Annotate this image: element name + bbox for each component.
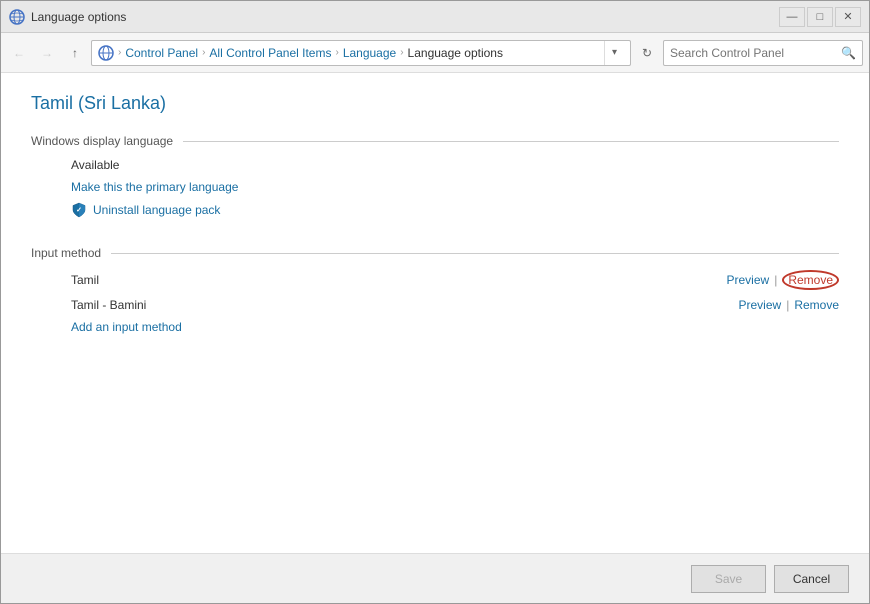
minimize-button[interactable]: —: [779, 7, 805, 27]
back-button[interactable]: ←: [7, 41, 31, 65]
display-language-header: Windows display language: [31, 134, 839, 148]
add-input-method-link[interactable]: Add an input method: [71, 320, 182, 334]
input-method-actions-bamini: Preview | Remove: [739, 298, 840, 312]
title-bar: Language options — □ ✕: [1, 1, 869, 33]
remove-circled-tamil[interactable]: Remove: [782, 270, 839, 290]
breadcrumb-dropdown[interactable]: ▾: [604, 41, 624, 65]
input-method-name-tamil: Tamil: [71, 273, 727, 287]
display-language-section: Windows display language Available Make …: [31, 134, 839, 226]
breadcrumb-control-panel[interactable]: Control Panel: [125, 46, 198, 60]
breadcrumb-language[interactable]: Language: [343, 46, 396, 60]
window: Language options — □ ✕ ← → ↑ › Control P…: [0, 0, 870, 604]
maximize-button[interactable]: □: [807, 7, 833, 27]
remove-link-bamini[interactable]: Remove: [794, 298, 839, 312]
display-language-divider: [183, 141, 839, 142]
window-title: Language options: [31, 10, 779, 24]
input-method-divider: [111, 253, 839, 254]
separator-tamil: |: [774, 273, 777, 287]
input-method-name-bamini: Tamil - Bamini: [71, 298, 739, 312]
display-language-label: Windows display language: [31, 134, 173, 148]
page-title: Tamil (Sri Lanka): [31, 93, 839, 114]
breadcrumb-current: Language options: [408, 46, 503, 60]
input-method-row-bamini: Tamil - Bamini Preview | Remove: [71, 298, 839, 312]
input-method-content: Tamil Preview | Remove Tamil - Bamini Pr…: [31, 270, 839, 342]
refresh-button[interactable]: ↻: [635, 41, 659, 65]
save-button[interactable]: Save: [691, 565, 766, 593]
cancel-button[interactable]: Cancel: [774, 565, 849, 593]
make-primary-link[interactable]: Make this the primary language: [71, 180, 238, 194]
forward-button[interactable]: →: [35, 41, 59, 65]
close-button[interactable]: ✕: [835, 7, 861, 27]
up-button[interactable]: ↑: [63, 41, 87, 65]
breadcrumb: › Control Panel › All Control Panel Item…: [91, 40, 631, 66]
window-icon: [9, 9, 25, 25]
nav-bar: ← → ↑ › Control Panel › All Control Pane…: [1, 33, 869, 73]
shield-icon: ✓: [71, 202, 87, 218]
input-method-row-tamil: Tamil Preview | Remove: [71, 270, 839, 290]
input-method-section: Input method Tamil Preview | Remove Tami…: [31, 246, 839, 342]
availability-status: Available: [71, 158, 839, 172]
input-method-actions-tamil: Preview | Remove: [727, 270, 840, 290]
breadcrumb-icon: [98, 45, 114, 61]
svg-text:✓: ✓: [76, 207, 82, 214]
input-method-header: Input method: [31, 246, 839, 260]
preview-link-tamil[interactable]: Preview: [727, 273, 770, 287]
preview-link-bamini[interactable]: Preview: [739, 298, 782, 312]
content-area: Tamil (Sri Lanka) Windows display langua…: [1, 73, 869, 553]
breadcrumb-all-items[interactable]: All Control Panel Items: [209, 46, 331, 60]
input-method-label: Input method: [31, 246, 101, 260]
display-language-content: Available Make this the primary language…: [31, 158, 839, 218]
search-box: 🔍: [663, 40, 863, 66]
footer-bar: Save Cancel: [1, 553, 869, 603]
search-icon: 🔍: [841, 46, 856, 60]
separator-bamini: |: [786, 298, 789, 312]
window-controls: — □ ✕: [779, 7, 861, 27]
uninstall-link[interactable]: ✓ Uninstall language pack: [71, 202, 839, 218]
uninstall-text: Uninstall language pack: [93, 203, 220, 217]
search-input[interactable]: [670, 46, 841, 60]
